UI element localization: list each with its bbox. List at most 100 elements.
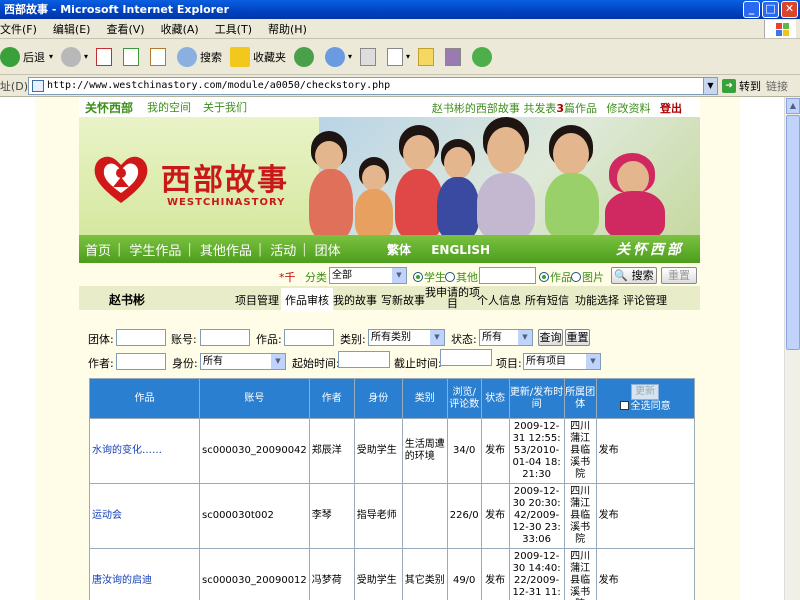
nav-groups[interactable]: 团体 [315, 240, 341, 259]
category-select[interactable]: 全部 ▼ [329, 267, 407, 284]
tab-comment-manage[interactable]: 评论管理 [623, 292, 667, 308]
query-button[interactable]: 查询 [538, 329, 563, 346]
author-label: 作者: [88, 357, 114, 370]
chevron-down-icon: ▼ [586, 354, 600, 369]
favorites-button[interactable]: 收藏夹 [230, 46, 286, 67]
address-input[interactable]: http://www.westchinastory.com/module/a00… [28, 77, 718, 95]
radio-image[interactable]: 图片 [571, 269, 604, 285]
window-title: 西部故事 - Microsoft Internet Explorer [4, 3, 229, 16]
row-action: 发布 [595, 548, 695, 600]
tab-my-applied-projects[interactable]: 我申请的项 目 [425, 287, 480, 309]
menu-favorites[interactable]: 收藏(A) [161, 21, 199, 37]
col-header-account: 账号 [199, 378, 310, 419]
project-value: 所有项目 [526, 356, 566, 367]
edit-profile-link[interactable]: 修改资料 [607, 102, 651, 115]
category-value: 全部 [332, 270, 352, 281]
start-time-label: 起始时间: [292, 357, 340, 370]
search-input[interactable] [479, 267, 536, 284]
close-button[interactable]: ✕ [781, 1, 798, 18]
select-all-checkbox[interactable]: 全选同意 [619, 400, 671, 412]
edit-button[interactable]: ▾ [387, 47, 410, 66]
work-input[interactable] [284, 329, 334, 346]
work-title-link[interactable]: 水询的变化…… [92, 445, 162, 456]
refresh-button[interactable] [123, 47, 142, 66]
scroll-thumb[interactable] [786, 115, 800, 350]
radio-work[interactable]: 作品 [539, 269, 572, 285]
back-button[interactable]: 后退 ▾ [0, 46, 53, 67]
checkbox-icon [619, 400, 629, 410]
menu-help[interactable]: 帮助(H) [268, 21, 307, 37]
research-button[interactable] [445, 47, 464, 66]
menu-file[interactable]: 文件(F) [0, 21, 37, 37]
discuss-button[interactable] [418, 47, 437, 66]
mail-button[interactable]: ▾ [325, 46, 352, 67]
tab-work-review[interactable]: 作品审核 [281, 288, 333, 312]
messenger-button[interactable] [472, 46, 495, 67]
row-views: 49/0 [446, 548, 482, 600]
type-select[interactable]: 所有类别 ▼ [368, 329, 445, 346]
history-button[interactable] [294, 46, 317, 67]
page-icon [32, 80, 44, 92]
site-brand[interactable]: 关怀西部 [85, 99, 133, 116]
type-value: 所有类别 [371, 332, 411, 343]
window-title-bar: 西部故事 - Microsoft Internet Explorer _ □ ✕ [0, 0, 800, 19]
vertical-scrollbar[interactable]: ▲ [784, 97, 800, 600]
go-button[interactable]: ➜ 转到 [722, 78, 761, 94]
forward-button[interactable]: ▾ [61, 46, 88, 67]
status-select[interactable]: 所有 ▼ [479, 329, 533, 346]
row-author: 郑辰洋 [308, 418, 355, 484]
stop-button[interactable] [96, 47, 115, 66]
address-dropdown[interactable]: ▼ [703, 77, 718, 95]
work-title-link[interactable]: 唐汝询的启迪 [92, 575, 152, 586]
nav-home[interactable]: 首页 [85, 240, 111, 259]
account-input[interactable] [200, 329, 250, 346]
tab-all-messages[interactable]: 所有短信 [525, 292, 569, 308]
search-submit-button[interactable]: 🔍 搜索 [611, 267, 657, 284]
menu-edit[interactable]: 编辑(E) [53, 21, 91, 37]
lang-traditional[interactable]: 繁体 [387, 243, 411, 257]
work-title-link[interactable]: 运动会 [92, 510, 122, 521]
links-label[interactable]: 链接 [766, 78, 788, 94]
col-header-action: 更新 全选同意 [595, 378, 695, 419]
user-name: 赵书彬 [109, 293, 146, 307]
work-count: 3 [556, 102, 564, 115]
word-icon [387, 47, 404, 66]
nav-other-works[interactable]: 其他作品 [200, 240, 252, 259]
tab-project-manage[interactable]: 项目管理 [235, 292, 279, 308]
author-input[interactable] [116, 353, 166, 370]
print-button[interactable] [360, 47, 379, 66]
about-us-link[interactable]: 关于我们 [203, 99, 247, 115]
update-button[interactable]: 更新 [631, 383, 660, 400]
col-header-views: 浏览/评论数 [446, 378, 482, 419]
radio-student[interactable]: 学生 [413, 269, 446, 285]
lang-english[interactable]: ENGLISH [431, 243, 490, 257]
minimize-button[interactable]: _ [743, 1, 760, 18]
tab-my-stories[interactable]: 我的故事 [333, 292, 377, 308]
work-label: 作品: [256, 333, 282, 346]
nav-student-works[interactable]: 学生作品 [129, 240, 181, 259]
search-button[interactable]: 搜索 [177, 46, 222, 67]
radio-other[interactable]: 其他 [445, 269, 478, 285]
menu-tools[interactable]: 工具(T) [215, 21, 252, 37]
row-type: 其它类别 [401, 548, 448, 600]
my-space-link[interactable]: 我的空间 [147, 99, 191, 115]
logout-link[interactable]: 登出 [660, 102, 682, 115]
table-row: 运动会 sc000030t002 李琴 指导老师 226/0 发布 2009-1… [89, 483, 695, 549]
start-time-input[interactable] [338, 351, 390, 368]
identity-select[interactable]: 所有 ▼ [200, 353, 286, 370]
tab-write-story[interactable]: 写新故事 [381, 292, 425, 308]
group-input[interactable] [116, 329, 166, 346]
tab-feature-select[interactable]: 功能选择 [575, 292, 619, 308]
maximize-button[interactable]: □ [762, 1, 779, 18]
scroll-up-arrow-icon[interactable]: ▲ [786, 98, 800, 114]
row-title-cell: 唐汝询的启迪 [89, 548, 200, 600]
nav-slogan: 关怀西部 [616, 242, 684, 258]
end-time-input[interactable] [440, 349, 492, 366]
menu-view[interactable]: 查看(V) [106, 21, 144, 37]
nav-activities[interactable]: 活动 [270, 240, 296, 259]
search-reset-button[interactable]: 重置 [661, 267, 697, 284]
filter-reset-button[interactable]: 重置 [565, 329, 590, 346]
project-select[interactable]: 所有项目 ▼ [523, 353, 601, 370]
tab-personal-info[interactable]: 个人信息 [477, 292, 521, 308]
home-button[interactable] [150, 47, 169, 66]
